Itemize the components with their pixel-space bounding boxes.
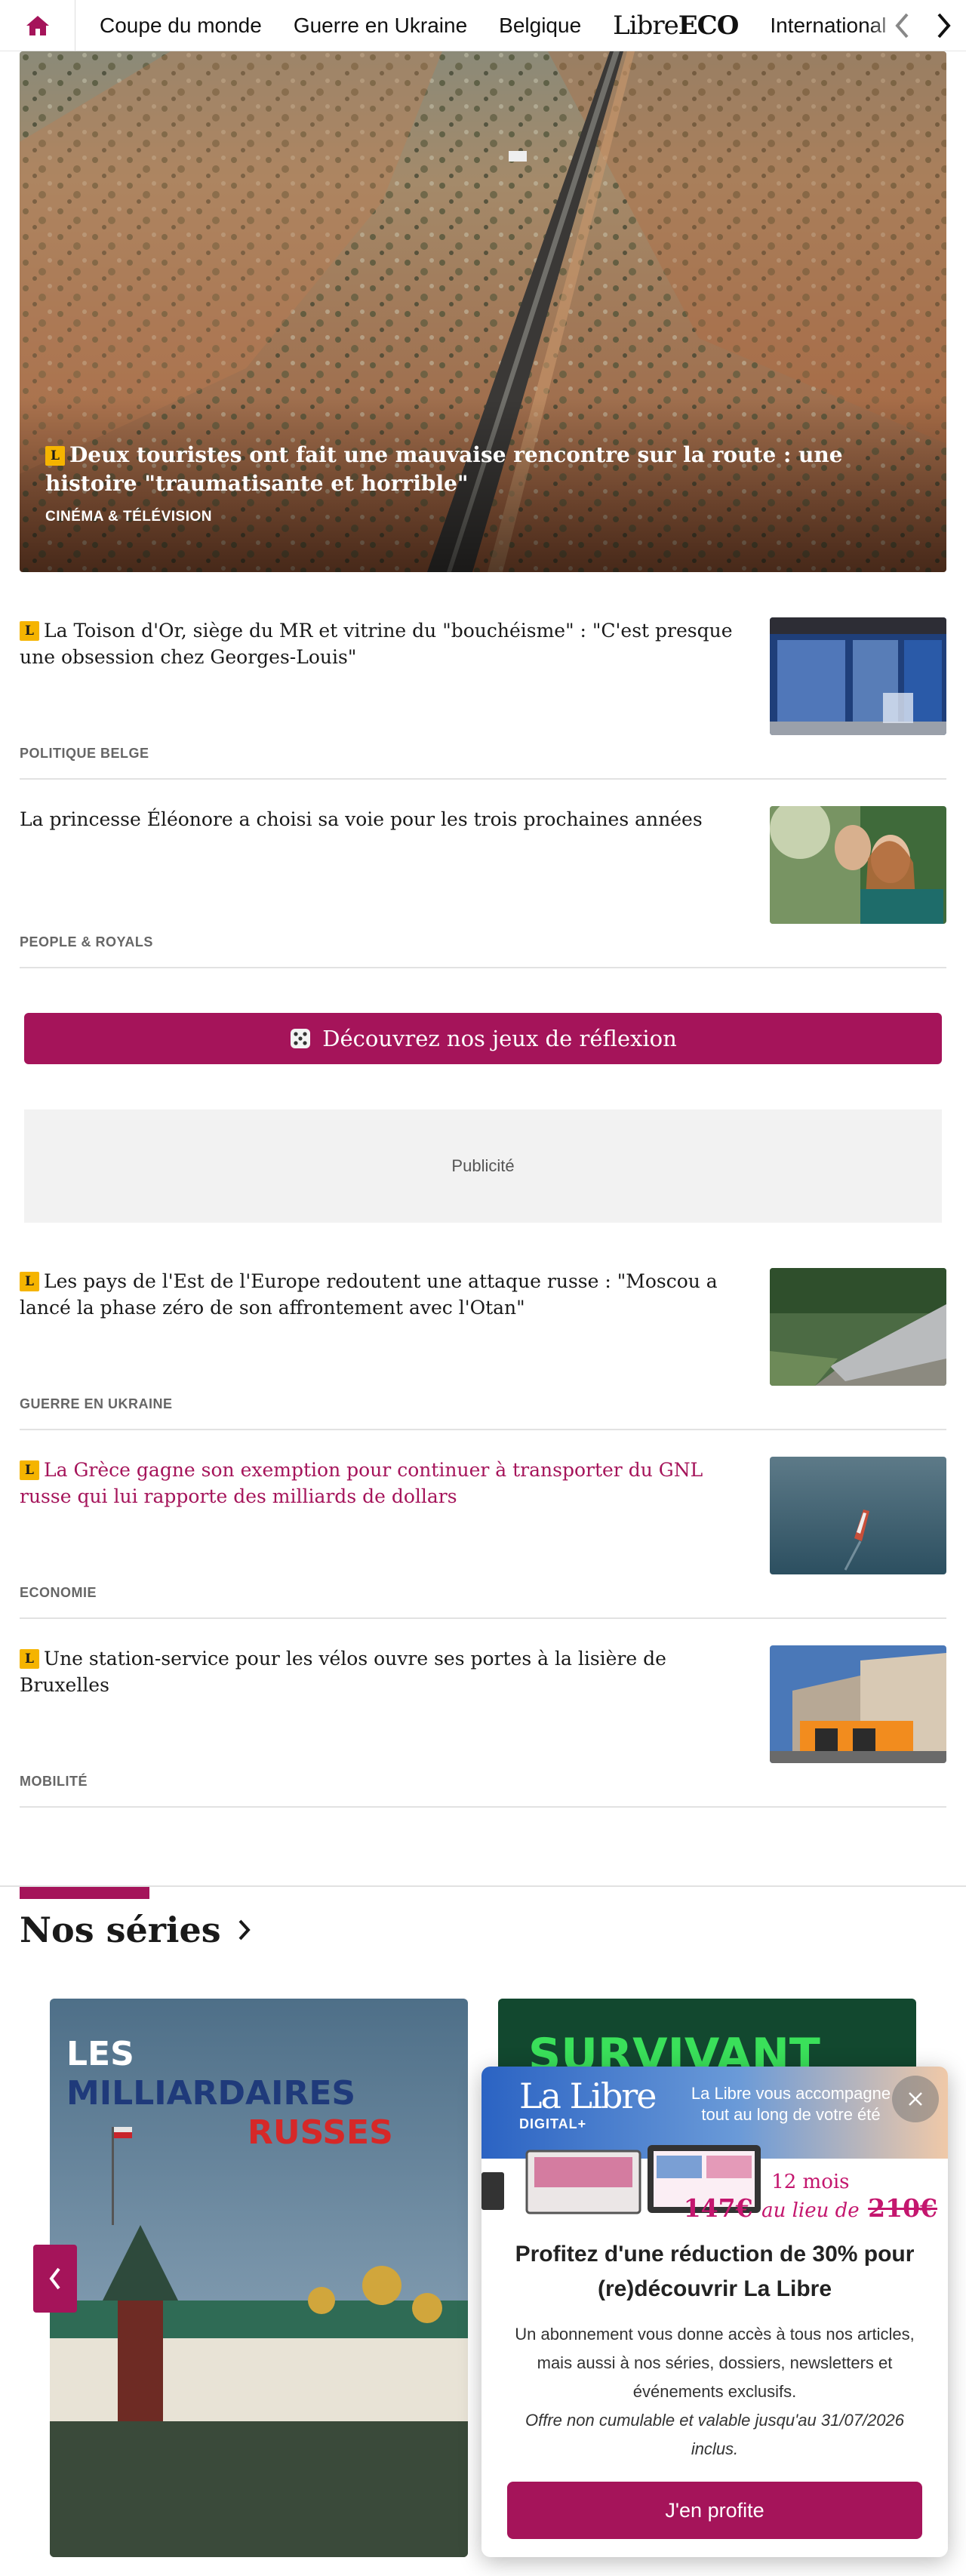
dice-icon bbox=[291, 1029, 311, 1048]
article-title-text: La Toison d'Or, siège du MR et vitrine d… bbox=[20, 620, 733, 668]
popup-banner: La Libre DIGITAL+ La Libre vous accompag… bbox=[481, 2067, 948, 2217]
popup-instead-label: au lieu de bbox=[761, 2199, 860, 2217]
libre-eco-bold: ECO bbox=[678, 10, 740, 41]
subscribe-button[interactable]: J'en profite bbox=[507, 2482, 922, 2539]
top-navigation: Coupe du monde Guerre en Ukraine Belgiqu… bbox=[0, 0, 966, 51]
article-image bbox=[770, 1457, 946, 1574]
nav-item-guerre-en-ukraine[interactable]: Guerre en Ukraine bbox=[294, 14, 467, 38]
home-icon bbox=[26, 15, 49, 35]
home-button[interactable] bbox=[0, 0, 75, 51]
libre-eco-light: Libre bbox=[613, 10, 679, 41]
hero-article[interactable]: L Deux touristes ont fait une mauvaise re… bbox=[20, 51, 946, 572]
section-accent-bar bbox=[20, 1887, 149, 1899]
series-card-line1: LES bbox=[66, 2035, 134, 2073]
article-image bbox=[770, 1268, 946, 1386]
libre-premium-badge: L bbox=[20, 621, 39, 641]
popup-heading: Profitez d'une réduction de 30% pour (re… bbox=[515, 2242, 915, 2301]
article-title[interactable]: L La Grèce gagne son exemption pour conti… bbox=[20, 1457, 752, 1510]
popup-close-button[interactable] bbox=[892, 2076, 939, 2122]
series-card-title: LES MILLIARDAIRES RUSSES bbox=[66, 2035, 393, 2153]
nav-scroll-left-button[interactable] bbox=[891, 11, 913, 41]
popup-duration: 12 mois bbox=[771, 2171, 850, 2193]
nav-item-coupe-du-monde[interactable]: Coupe du monde bbox=[100, 14, 262, 38]
popup-logo-text: La Libre bbox=[519, 2076, 657, 2116]
popup-logo-sub: DIGITAL+ bbox=[519, 2116, 587, 2131]
article-thumbnail[interactable] bbox=[770, 806, 946, 924]
series-prev-button[interactable] bbox=[33, 2245, 77, 2313]
popup-tagline: La Libre vous accompagne tout au long de… bbox=[691, 2084, 891, 2124]
series-card-line3: RUSSES bbox=[248, 2113, 393, 2152]
series-card-line2: MILLIARDAIRES bbox=[66, 2074, 356, 2113]
chevron-left-icon bbox=[49, 2267, 60, 2290]
subscription-popup: La Libre DIGITAL+ La Libre vous accompag… bbox=[481, 2067, 948, 2557]
chevron-right-icon bbox=[238, 1919, 251, 1940]
advertisement-slot: Publicité bbox=[24, 1109, 942, 1223]
advertisement-label: Publicité bbox=[451, 1156, 515, 1175]
popup-body-text: Un abonnement vous donne accès à tous no… bbox=[515, 2325, 915, 2401]
popup-body: Un abonnement vous donne accès à tous no… bbox=[504, 2320, 925, 2464]
article-item[interactable]: L La Toison d'Or, siège du MR et vitrine … bbox=[20, 617, 946, 780]
libre-premium-badge: L bbox=[45, 446, 65, 466]
article-thumbnail[interactable] bbox=[770, 1268, 946, 1386]
article-title[interactable]: La princesse Éléonore a choisi sa voie p… bbox=[20, 806, 752, 833]
libre-premium-badge: L bbox=[20, 1272, 39, 1291]
article-title[interactable]: L Les pays de l'Est de l'Europe redoutent… bbox=[20, 1268, 752, 1321]
nav-item-libre-eco[interactable]: LibreECO bbox=[613, 10, 740, 41]
games-cta-label: Découvrez nos jeux de réflexion bbox=[322, 1026, 677, 1051]
popup-price: 12 mois 147€ au lieu de 210€ bbox=[684, 2171, 937, 2217]
article-image bbox=[770, 1645, 946, 1763]
series-section-title[interactable]: Nos séries bbox=[20, 1910, 251, 1950]
article-item[interactable]: L Une station-service pour les vélos ouvr… bbox=[20, 1645, 946, 1808]
popup-logo: La Libre DIGITAL+ bbox=[519, 2076, 657, 2132]
article-thumbnail[interactable] bbox=[770, 1457, 946, 1574]
article-title-text: La Grèce gagne son exemption pour contin… bbox=[20, 1459, 703, 1507]
libre-premium-badge: L bbox=[20, 1460, 39, 1480]
games-cta-button[interactable]: Découvrez nos jeux de réflexion bbox=[24, 1013, 942, 1064]
close-icon bbox=[909, 2092, 922, 2106]
article-title-text: La princesse Éléonore a choisi sa voie p… bbox=[20, 808, 703, 830]
article-item[interactable]: La princesse Éléonore a choisi sa voie p… bbox=[20, 806, 946, 968]
article-image bbox=[770, 617, 946, 735]
nav-item-belgique[interactable]: Belgique bbox=[499, 14, 581, 38]
article-category[interactable]: POLITIQUE BELGE bbox=[20, 746, 149, 762]
article-title[interactable]: L La Toison d'Or, siège du MR et vitrine … bbox=[20, 617, 752, 670]
article-title[interactable]: L Une station-service pour les vélos ouvr… bbox=[20, 1645, 752, 1698]
article-category[interactable]: GUERRE EN UKRAINE bbox=[20, 1396, 173, 1412]
popup-note: Offre non cumulable et valable jusqu'au … bbox=[525, 2411, 904, 2458]
series-title-text: Nos séries bbox=[20, 1910, 221, 1950]
popup-new-price: 147€ bbox=[683, 2193, 753, 2217]
article-category[interactable]: PEOPLE & ROYALS bbox=[20, 934, 153, 950]
series-card[interactable]: LES MILLIARDAIRES RUSSES bbox=[50, 1999, 468, 2557]
article-item[interactable]: L Les pays de l'Est de l'Europe redoutent… bbox=[20, 1268, 946, 1430]
article-title-text: Une station-service pour les vélos ouvre… bbox=[20, 1648, 666, 1696]
chevron-left-icon bbox=[895, 13, 909, 38]
article-category[interactable]: MOBILITÉ bbox=[20, 1774, 88, 1790]
hero-category[interactable]: CINÉMA & TÉLÉVISION bbox=[45, 509, 212, 525]
article-category[interactable]: ECONOMIE bbox=[20, 1585, 97, 1601]
article-title-text: Les pays de l'Est de l'Europe redoutent … bbox=[20, 1270, 718, 1319]
article-item[interactable]: L La Grèce gagne son exemption pour conti… bbox=[20, 1457, 946, 1619]
article-thumbnail[interactable] bbox=[770, 617, 946, 735]
article-thumbnail[interactable] bbox=[770, 1645, 946, 1763]
popup-old-price: 210€ bbox=[868, 2193, 937, 2217]
hero-title-text: Deux touristes ont fait une mauvaise ren… bbox=[45, 442, 843, 496]
nav-scroll-right-button[interactable] bbox=[933, 11, 955, 41]
libre-premium-badge: L bbox=[20, 1649, 39, 1669]
chevron-right-icon bbox=[937, 13, 951, 38]
hero-title[interactable]: L Deux touristes ont fait une mauvaise re… bbox=[45, 441, 856, 498]
article-image bbox=[770, 806, 946, 924]
